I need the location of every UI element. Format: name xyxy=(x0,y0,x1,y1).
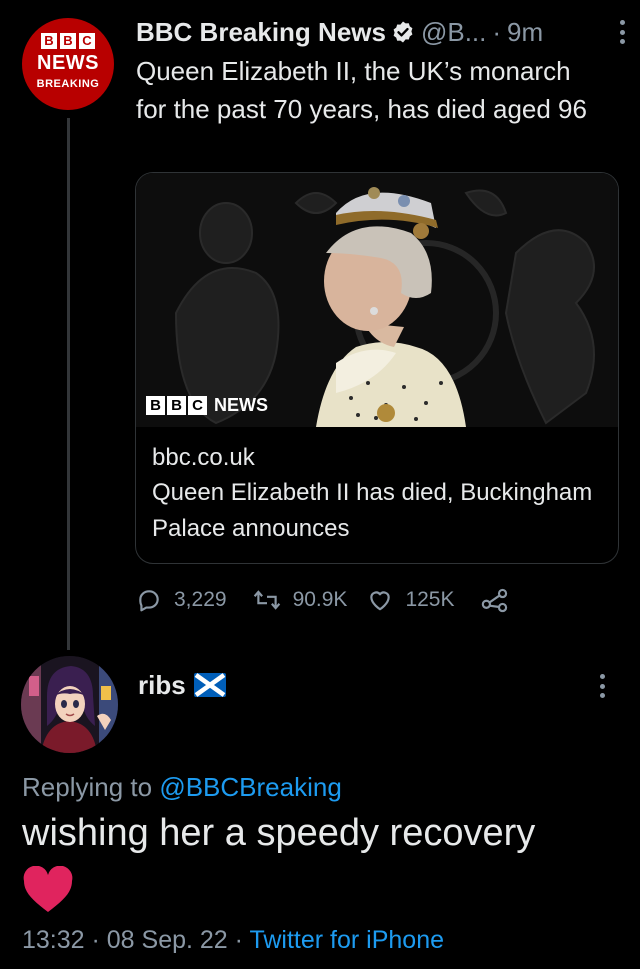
tweet-time[interactable]: 9m xyxy=(507,17,543,48)
avatar-news-text: NEWS xyxy=(37,52,99,74)
heart-icon xyxy=(370,591,391,611)
reply-icon xyxy=(139,590,159,612)
bbc-logo-letter: C xyxy=(79,33,95,49)
share-icon xyxy=(481,588,507,613)
like-count: 125K xyxy=(405,588,455,611)
reply-author-name-row: ribs xyxy=(138,667,226,703)
reply-action[interactable]: 3,229 xyxy=(136,587,227,613)
anime-avatar-image xyxy=(21,656,118,753)
tweet-header: BBC Breaking News @B... · 9m xyxy=(136,14,626,50)
more-vertical-icon[interactable] xyxy=(620,20,626,44)
reply-author-name[interactable]: ribs xyxy=(138,670,186,701)
retweet-action[interactable]: 90.9K xyxy=(253,587,348,613)
like-action[interactable]: 125K xyxy=(367,587,455,613)
tweet-actions: 3,229 90.9K 125K xyxy=(136,582,509,618)
card-text: bbc.co.uk Queen Elizabeth II has died, B… xyxy=(152,441,612,547)
card-bbc-news-logo: B B C NEWS xyxy=(146,395,268,416)
card-logo-letter: B xyxy=(167,396,186,415)
verified-badge-icon xyxy=(393,21,413,43)
queen-portrait-image xyxy=(136,173,618,427)
reply-count: 3,229 xyxy=(174,588,227,611)
reply-meta: 13:32 · 08 Sep. 22 · Twitter for iPhone xyxy=(22,926,444,955)
retweet-icon xyxy=(253,590,280,610)
replying-to-line: Replying to @BBCBreaking xyxy=(22,772,342,803)
bbc-breaking-avatar[interactable]: B B C NEWS BREAKING xyxy=(22,18,114,110)
more-vertical-icon[interactable] xyxy=(600,674,606,698)
thread-connector-line xyxy=(67,118,70,650)
card-domain: bbc.co.uk xyxy=(152,444,255,471)
header-separator: · xyxy=(492,16,502,47)
reply-text: wishing her a speedy recovery xyxy=(22,812,536,854)
tweet-text: Queen Elizabeth II, the UK’s monarch for… xyxy=(136,56,587,124)
share-action[interactable] xyxy=(481,587,509,613)
replying-mention-link[interactable]: @BBCBreaking xyxy=(159,772,341,802)
bbc-logo-letter: B xyxy=(41,33,57,49)
author-name[interactable]: BBC Breaking News xyxy=(136,17,386,48)
reply-source-link[interactable]: Twitter for iPhone xyxy=(249,926,444,954)
reply-timestamp[interactable]: 13:32 · 08 Sep. 22 · xyxy=(22,926,243,954)
card-logo-letter: B xyxy=(146,396,165,415)
replying-prefix: Replying to xyxy=(22,772,153,802)
card-logo-news: NEWS xyxy=(214,395,268,415)
author-handle[interactable]: @B... xyxy=(421,17,486,48)
bbc-logo-letter: B xyxy=(60,33,76,49)
card-logo-letter: C xyxy=(188,396,207,415)
retweet-count: 90.9K xyxy=(292,588,348,611)
scotland-flag-icon xyxy=(193,673,226,697)
red-heart-icon xyxy=(23,866,73,912)
reply-author-avatar[interactable] xyxy=(21,656,118,753)
card-title: Queen Elizabeth II has died, Buckingham … xyxy=(152,479,593,542)
link-card[interactable]: B B C NEWS bbc.co.uk Queen Elizabeth II … xyxy=(135,172,619,564)
card-image: B B C NEWS xyxy=(136,173,618,427)
avatar-breaking-text: BREAKING xyxy=(36,78,100,90)
bbc-logo-blocks: B B C xyxy=(41,33,95,49)
